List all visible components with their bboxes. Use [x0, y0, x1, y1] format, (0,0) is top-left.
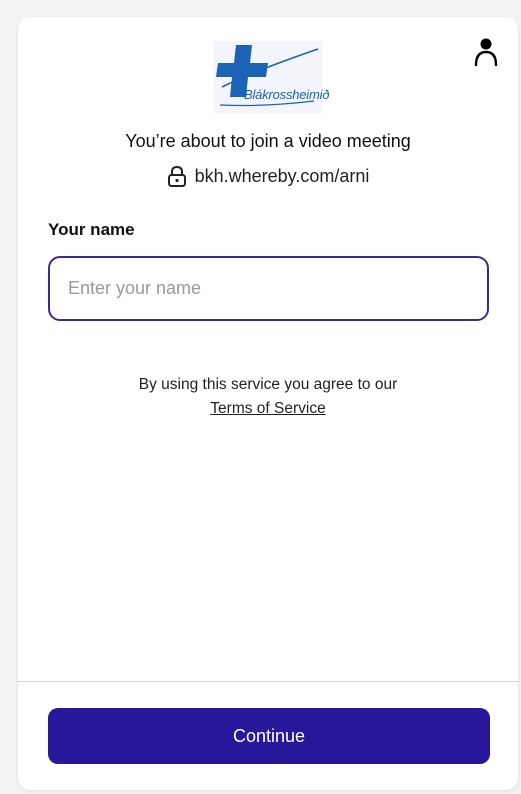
user-icon [474, 38, 498, 67]
footer-divider [18, 681, 518, 682]
lock-icon [167, 165, 186, 187]
continue-button[interactable]: Continue [48, 708, 490, 764]
meeting-heading: You’re about to join a video meeting [125, 131, 411, 151]
meeting-url: bkh.whereby.com/arni [194, 165, 370, 186]
cross-logo-icon [216, 45, 319, 107]
terms-notice: By using this service you agree to our T… [18, 373, 518, 421]
user-account-button[interactable] [473, 37, 499, 67]
terms-text: By using this service you agree to our [138, 376, 398, 393]
name-field-label: Your name [48, 220, 135, 239]
meeting-url-row: bkh.whereby.com/arni [18, 165, 518, 187]
join-meeting-card: Blákrossheimið You’re about to join a vi… [18, 17, 518, 790]
logo-wordmark: Blákrossheimið [244, 87, 330, 102]
organization-logo: Blákrossheimið [214, 41, 330, 113]
terms-of-service-link[interactable]: Terms of Service [210, 400, 325, 417]
name-input[interactable] [48, 256, 489, 321]
